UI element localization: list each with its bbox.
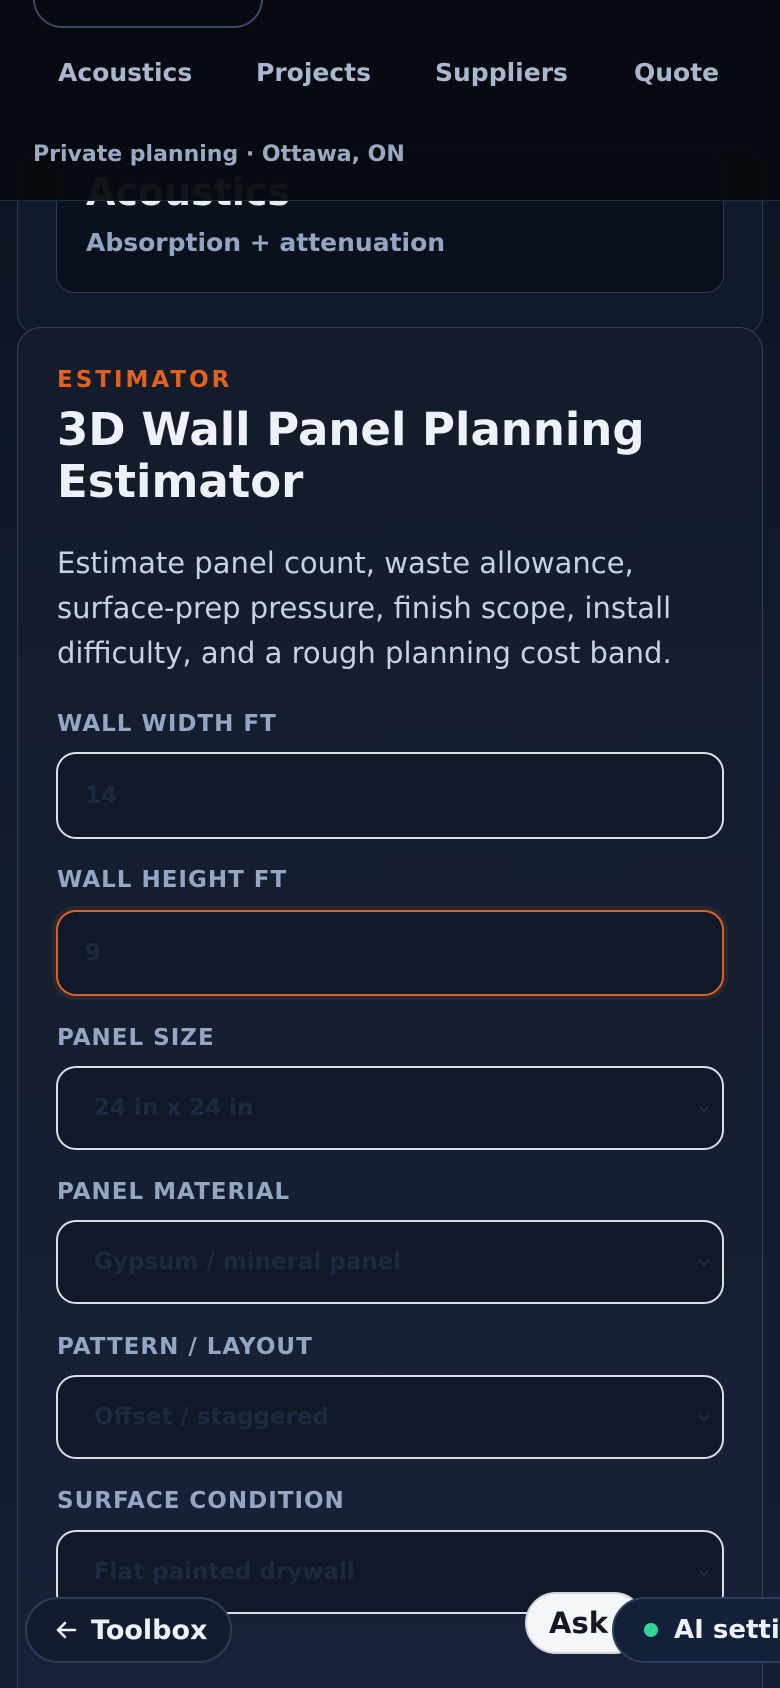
nav-item-projects[interactable]: Projects (256, 58, 371, 87)
chevron-down-icon (698, 1414, 710, 1422)
status-dot-icon (644, 1623, 658, 1637)
estimator-card (17, 327, 763, 1688)
toolbox-button[interactable]: Toolbox (25, 1597, 232, 1663)
chevron-down-icon (698, 1259, 710, 1267)
wall-height-value: 9 (85, 940, 102, 966)
toolbox-button-label: Toolbox (91, 1614, 208, 1646)
panel-size-select[interactable]: 24 in x 24 in (56, 1066, 724, 1150)
top-header: Acoustics Projects Suppliers Quote Priva… (0, 0, 780, 201)
chevron-down-icon (698, 1105, 710, 1113)
surface-condition-value: Flat painted drywall (94, 1559, 355, 1585)
estimator-description: Estimate panel count, waste allowance, s… (57, 546, 672, 670)
nav-item-acoustics[interactable]: Acoustics (58, 58, 192, 87)
nav-item-quote[interactable]: Quote (634, 58, 719, 87)
header-active-pill[interactable] (33, 0, 263, 28)
surface-condition-label: SURFACE CONDITION (57, 1488, 345, 1514)
wall-height-label: WALL HEIGHT FT (57, 867, 288, 893)
wall-height-input[interactable]: 9 (56, 910, 724, 996)
nav-item-suppliers[interactable]: Suppliers (435, 58, 568, 87)
panel-material-select[interactable]: Gypsum / mineral panel (56, 1220, 724, 1304)
arrow-left-icon (56, 1621, 77, 1639)
panel-material-label: PANEL MATERIAL (57, 1179, 291, 1205)
wall-width-value: 14 (85, 782, 118, 809)
pattern-layout-label: PATTERN / LAYOUT (57, 1334, 313, 1360)
pattern-layout-select[interactable]: Offset / staggered (56, 1375, 724, 1459)
wall-width-input[interactable]: 14 (56, 752, 724, 839)
pattern-layout-value: Offset / staggered (94, 1404, 330, 1430)
panel-size-label: PANEL SIZE (57, 1025, 215, 1051)
ai-settings-button[interactable]: AI settings (612, 1597, 780, 1663)
top-navigation: Acoustics Projects Suppliers Quote (0, 58, 780, 98)
panel-material-value: Gypsum / mineral panel (94, 1249, 402, 1275)
panel-size-value: 24 in x 24 in (94, 1095, 254, 1121)
page-title: 3D Wall Panel Planning Estimator (57, 403, 645, 508)
ask-button-label: Ask (549, 1606, 608, 1640)
ai-settings-label: AI settings (674, 1615, 780, 1645)
acoustics-card-subtitle: Absorption + attenuation (86, 228, 446, 257)
planning-context: Private planning · Ottawa, ON (33, 142, 405, 167)
wall-width-label: WALL WIDTH FT (57, 711, 277, 737)
chevron-down-icon (698, 1569, 710, 1577)
estimator-eyebrow: ESTIMATOR (57, 367, 233, 393)
